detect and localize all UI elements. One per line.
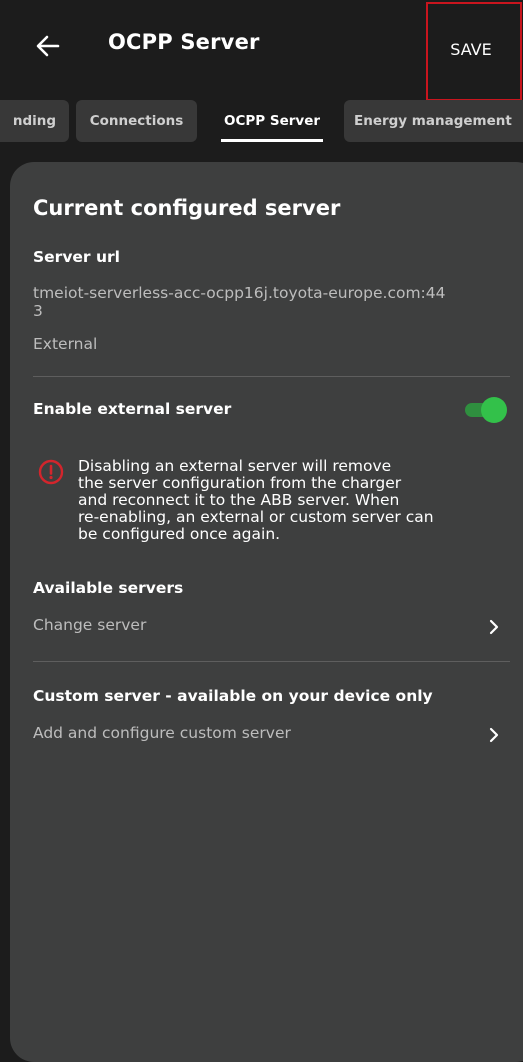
- server-url-value: tmeiot-serverless-acc-ocpp16j.toyota-eur…: [33, 284, 513, 320]
- tab-label: Connections: [89, 113, 184, 129]
- tab-connections[interactable]: Connections: [76, 100, 197, 142]
- tab-energy-management[interactable]: Energy management: [344, 100, 523, 142]
- add-custom-server-label: Add and configure custom server: [33, 724, 291, 742]
- change-server-row[interactable]: Change server: [33, 606, 510, 646]
- divider: [33, 376, 510, 377]
- tab-bar: nding Connections OCPP Server Energy man…: [0, 100, 523, 146]
- tab-label: nding: [12, 113, 57, 129]
- current-server-heading: Current configured server: [33, 196, 341, 220]
- chevron-right-icon: [489, 619, 499, 635]
- alert-circle-icon: [38, 459, 64, 485]
- divider: [33, 661, 510, 662]
- custom-server-heading: Custom server - available on your device…: [33, 687, 433, 705]
- warning-line: the server configuration from the charge…: [78, 474, 402, 492]
- server-type: External: [33, 335, 98, 353]
- available-servers-heading: Available servers: [33, 579, 184, 597]
- page-title: OCPP Server: [108, 30, 260, 54]
- enable-external-label: Enable external server: [33, 400, 232, 418]
- server-url-line: tmeiot-serverless-acc-ocpp16j.toyota-eur…: [33, 284, 446, 302]
- enable-external-toggle[interactable]: [463, 397, 507, 423]
- warning-line: re-enabling, an external or custom serve…: [78, 508, 434, 526]
- arrow-left-icon: [36, 35, 60, 57]
- warning-line: Disabling an external server will remove: [78, 457, 392, 475]
- add-custom-server-row[interactable]: Add and configure custom server: [33, 714, 510, 754]
- external-server-warning: Disabling an external server will remove…: [78, 458, 498, 543]
- tab-label: Energy management: [354, 113, 512, 129]
- tab-label: OCPP Server: [223, 113, 321, 129]
- chevron-right-icon: [489, 727, 499, 743]
- tab-ocpp-server[interactable]: OCPP Server: [210, 100, 334, 142]
- server-url-line: 3: [33, 302, 43, 320]
- active-tab-indicator: [221, 139, 323, 142]
- change-server-label: Change server: [33, 616, 147, 634]
- warning-line: and reconnect it to the ABB server. When: [78, 491, 400, 509]
- server-url-label: Server url: [33, 248, 120, 266]
- toggle-knob: [481, 397, 507, 423]
- warning-line: be configured once again.: [78, 525, 281, 543]
- tab-charging[interactable]: nding: [0, 100, 69, 142]
- back-button[interactable]: [30, 28, 66, 64]
- save-button[interactable]: SAVE: [426, 2, 522, 101]
